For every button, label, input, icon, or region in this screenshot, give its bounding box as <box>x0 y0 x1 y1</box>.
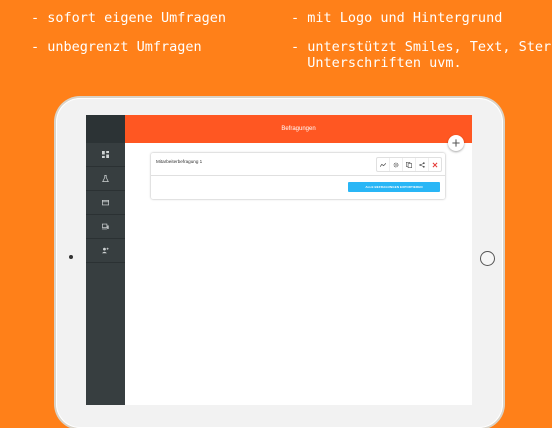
promo-text-unlimited-surveys: - unbegrenzt Umfragen <box>31 39 202 55</box>
share-button[interactable] <box>416 158 429 171</box>
app-header: Befragungen <box>125 115 472 143</box>
dashboard-icon <box>102 151 109 158</box>
close-icon <box>432 162 438 167</box>
settings-button[interactable] <box>390 158 403 171</box>
page-title: Befragungen <box>281 126 316 132</box>
devices-icon <box>102 223 109 230</box>
survey-title: Mitarbeiterbefragung 1 <box>156 159 203 164</box>
flask-icon <box>102 175 109 182</box>
home-button[interactable] <box>480 251 495 266</box>
sidebar-item-users[interactable] <box>86 239 125 263</box>
export-all-button[interactable]: ALLE BEFRAGUNGEN EXPORTIEREN <box>348 182 440 192</box>
survey-card-header: Mitarbeiterbefragung 1 <box>151 153 445 176</box>
add-survey-button[interactable] <box>448 135 464 151</box>
sidebar-item-devices[interactable] <box>86 215 125 239</box>
chart-icon <box>380 162 386 167</box>
sidebar-header <box>86 115 125 143</box>
sidebar-item-billing[interactable] <box>86 191 125 215</box>
main-content: Mitarbeiterbefragung 1 ALLE BEFRAGUNGEN … <box>125 143 472 405</box>
duplicate-button[interactable] <box>403 158 416 171</box>
statistics-button[interactable] <box>377 158 390 171</box>
copy-icon <box>406 161 412 168</box>
survey-card: Mitarbeiterbefragung 1 ALLE BEFRAGUNGEN … <box>151 153 445 199</box>
share-icon <box>419 161 425 168</box>
user-add-icon <box>102 247 109 254</box>
app-screen: Befragungen Mitarbeiterbefragung 1 ALLE … <box>86 115 472 405</box>
sidebar <box>86 115 125 405</box>
sidebar-item-dashboard[interactable] <box>86 143 125 167</box>
gear-icon <box>393 162 399 167</box>
promo-text-supported-inputs: - unterstützt Smiles, Text, Sterne, Unte… <box>291 39 552 71</box>
delete-button[interactable] <box>429 158 441 171</box>
promo-text-logo-background: - mit Logo und Hintergrund <box>291 10 503 26</box>
camera-icon <box>69 255 73 259</box>
sidebar-item-lab[interactable] <box>86 167 125 191</box>
promo-text-instant-surveys: - sofort eigene Umfragen <box>31 10 227 26</box>
credit-card-icon <box>102 200 109 206</box>
ipad-device-frame: Befragungen Mitarbeiterbefragung 1 ALLE … <box>56 98 503 428</box>
survey-action-bar <box>376 157 442 172</box>
plus-icon <box>452 139 460 147</box>
